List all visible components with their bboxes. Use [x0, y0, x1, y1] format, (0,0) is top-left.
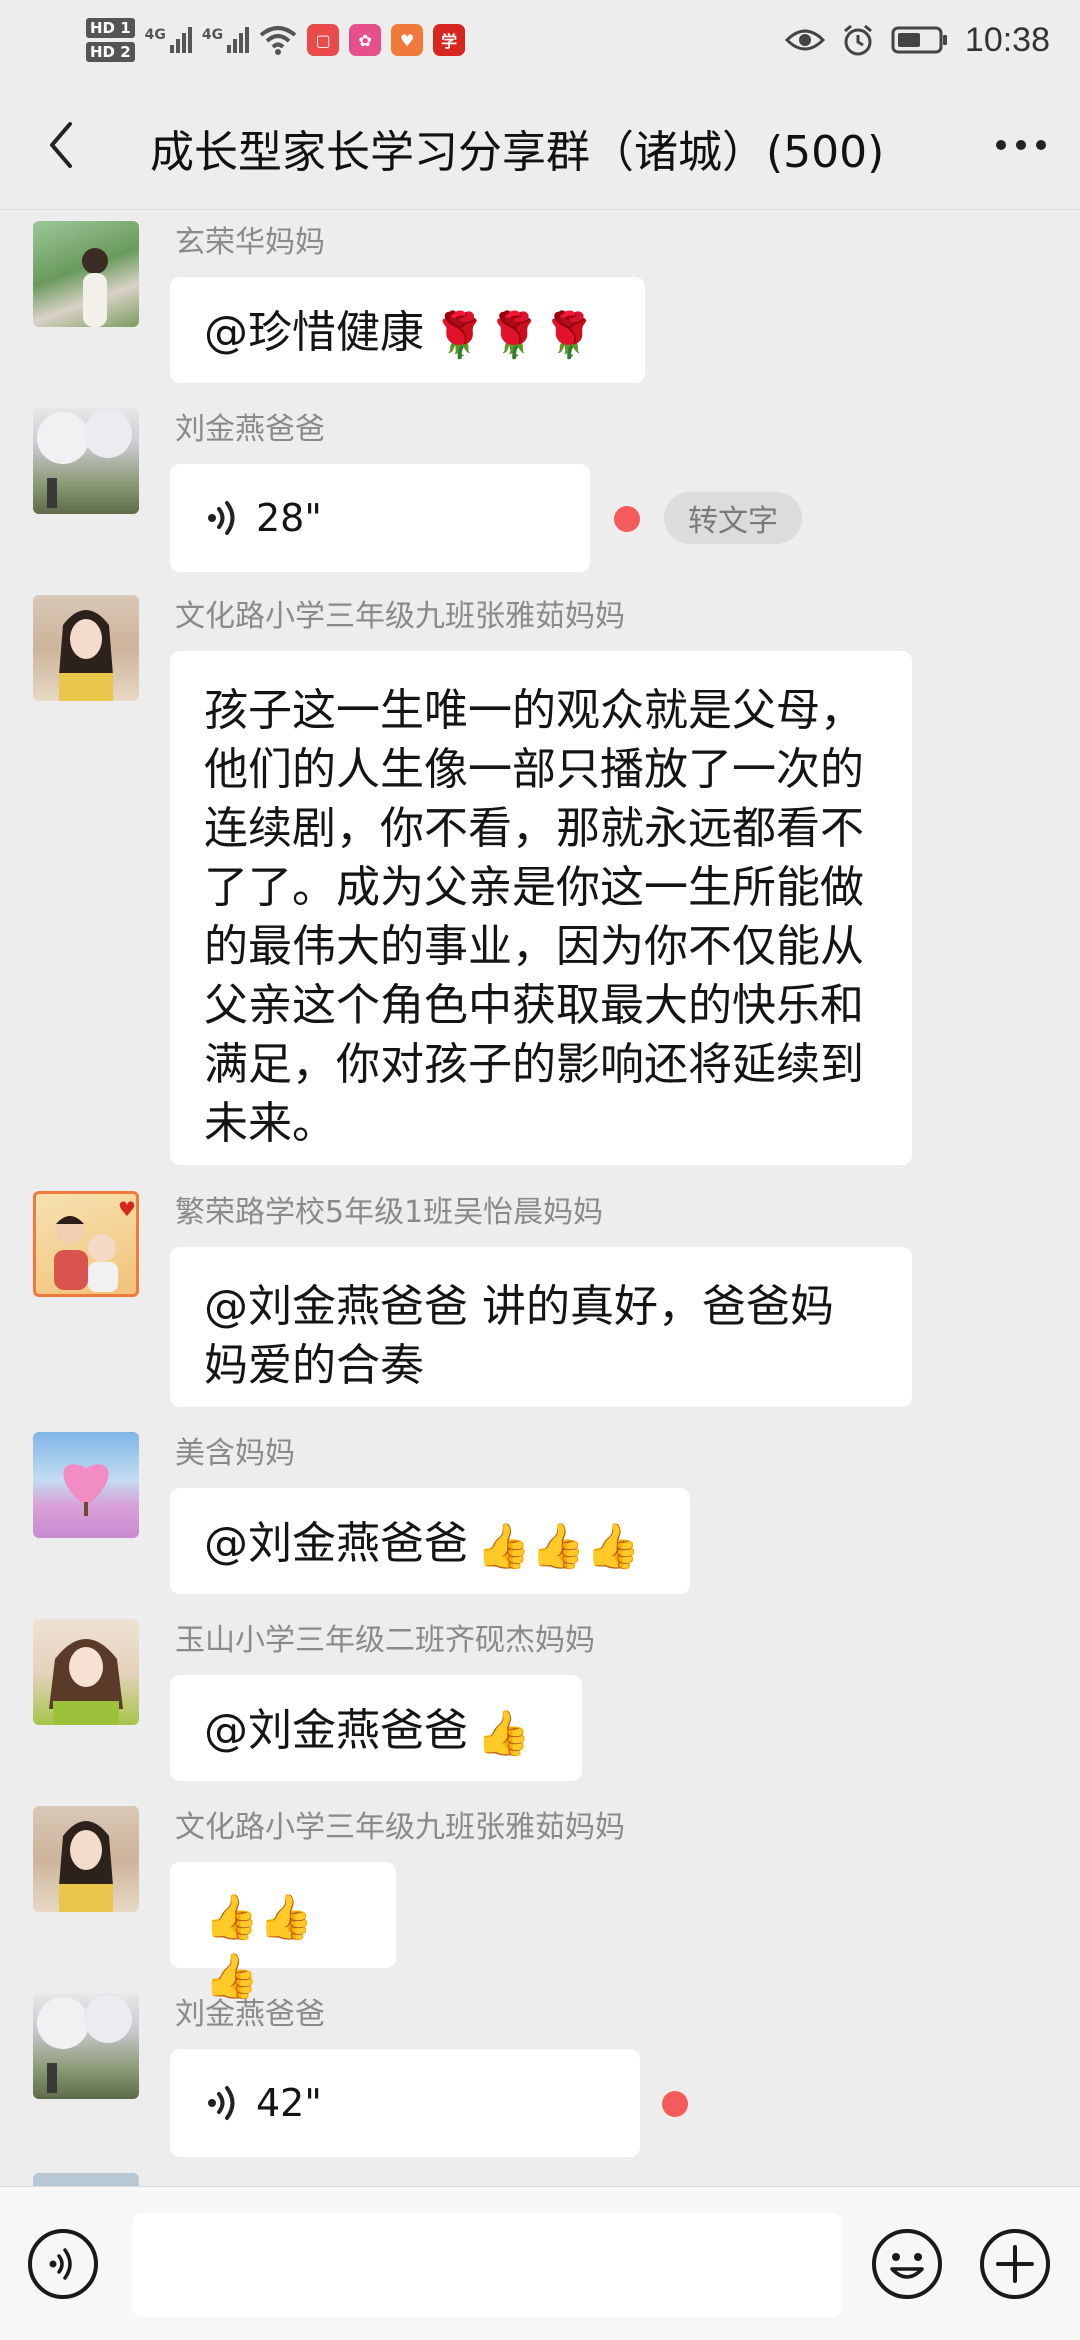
- xuexi-app-icon: 学: [433, 24, 466, 56]
- red-square-app-icon: ▢: [307, 24, 340, 56]
- signal-icon-1: 4G: [145, 27, 192, 53]
- message-bubble[interactable]: @刘金燕爸爸 👍: [170, 1675, 582, 1781]
- thumbs-up-emoji: 👍👍👍: [476, 1520, 641, 1572]
- rose-emoji: 🌹🌹🌹: [432, 309, 597, 361]
- sender-name: 美含妈妈: [175, 1436, 295, 1471]
- avatar[interactable]: [33, 1993, 139, 2099]
- eye-icon: [784, 29, 825, 51]
- avatar[interactable]: ♥: [33, 1191, 139, 1297]
- unread-dot: [662, 2091, 688, 2117]
- voice-message-bubble[interactable]: 28": [170, 464, 590, 572]
- back-button[interactable]: [26, 110, 96, 180]
- plus-icon: [980, 2229, 1050, 2299]
- message-line: 了了。成为父亲是你这一生所能做: [204, 862, 864, 913]
- message-bubble[interactable]: @珍惜健康 🌹🌹🌹: [170, 277, 645, 383]
- avatar[interactable]: [33, 2173, 139, 2186]
- voice-icon: [28, 2229, 98, 2299]
- message-line: 父亲这个角色中获取最大的快乐和: [204, 980, 864, 1031]
- sender-name: 玄荣华妈妈: [175, 225, 325, 260]
- status-bar: HD 1 HD 2 4G 4G ▢ ✿ ♥ 学 10:38: [0, 0, 1080, 80]
- sender-name: 刘金燕爸爸: [175, 412, 325, 447]
- sender-name: 繁荣路学校5年级1班吴怡晨妈妈: [175, 1195, 604, 1230]
- input-bar: [0, 2186, 1080, 2340]
- voice-wave-icon: [208, 2086, 235, 2120]
- message-bubble[interactable]: @刘金燕爸爸 👍👍👍: [170, 1488, 690, 1594]
- network-type-2: 4G: [201, 27, 224, 43]
- message-bubble[interactable]: 孩子这一生唯一的观众就是父母， 他们的人生像一部只播放了一次的 连续剧，你不看，…: [170, 651, 912, 1165]
- status-left: HD 1 HD 2 4G 4G ▢ ✿ ♥ 学: [86, 10, 466, 70]
- avatar[interactable]: [33, 1806, 139, 1912]
- message-input[interactable]: [132, 2213, 842, 2317]
- voice-input-button[interactable]: [26, 2227, 100, 2301]
- alarm-icon: [843, 24, 872, 56]
- voice-duration: 28": [256, 495, 322, 540]
- message-line: 连续剧，你不看，那就永远都看不: [204, 803, 864, 854]
- voice-wave-icon: [208, 501, 235, 535]
- message-text: @刘金燕爸爸: [204, 1518, 468, 1569]
- sim-indicators: HD 1 HD 2: [86, 18, 135, 62]
- avatar[interactable]: [33, 1432, 139, 1538]
- chat-header: 成长型家长学习分享群（诸城）(500): [0, 80, 1080, 210]
- message-line: 的最伟大的事业，因为你不仅能从: [204, 921, 864, 972]
- message-text: @珍惜健康: [204, 307, 424, 358]
- sender-name: 文化路小学三年级九班张雅茹妈妈: [175, 599, 625, 634]
- avatar[interactable]: [33, 221, 139, 327]
- message-line: 未来。: [204, 1098, 336, 1149]
- chat-screen: HD 1 HD 2 4G 4G ▢ ✿ ♥ 学 10:38 成长型家长学习分享群…: [0, 0, 1080, 2340]
- signal-icon-2: 4G: [201, 27, 250, 53]
- chevron-left-icon: [50, 122, 72, 168]
- message-line: 妈爱的合奏: [204, 1340, 424, 1391]
- voice-duration: 42": [256, 2080, 322, 2125]
- sim1-label: HD 1: [86, 18, 135, 38]
- status-right: 10:38: [784, 10, 1050, 70]
- message-line: @刘金燕爸爸 讲的真好，爸爸妈: [204, 1281, 834, 1332]
- convert-to-text-button[interactable]: 转文字: [664, 492, 802, 544]
- chat-title: 成长型家长学习分享群（诸城）(500): [150, 127, 885, 178]
- svg-text:♥: ♥: [118, 1197, 136, 1221]
- clock: 10:38: [964, 20, 1050, 59]
- orange-heart-app-icon: ♥: [391, 24, 424, 56]
- message-text: @刘金燕爸爸: [204, 1705, 468, 1756]
- pink-app-icon: ✿: [349, 24, 382, 56]
- sim2-label: HD 2: [86, 42, 135, 62]
- emoji-button[interactable]: [870, 2227, 944, 2301]
- unread-dot: [614, 506, 640, 532]
- voice-message-bubble[interactable]: 42": [170, 2049, 640, 2157]
- avatar[interactable]: [33, 1619, 139, 1725]
- message-line: 满足，你对孩子的影响还将延续到: [204, 1039, 864, 1090]
- message-line: 他们的人生像一部只播放了一次的: [204, 744, 864, 795]
- smiley-icon: [872, 2229, 942, 2299]
- message-line: 孩子这一生唯一的观众就是父母，: [204, 685, 864, 736]
- avatar[interactable]: [33, 595, 139, 701]
- battery-icon: [891, 26, 947, 54]
- avatar[interactable]: [33, 408, 139, 514]
- more-dots-icon: [996, 140, 1046, 150]
- sender-name: 刘金燕爸爸: [175, 1997, 325, 2032]
- thumbs-up-emoji: 👍: [476, 1707, 531, 1759]
- message-bubble[interactable]: 👍👍👍: [170, 1862, 396, 2002]
- message-bubble[interactable]: @刘金燕爸爸 讲的真好，爸爸妈 妈爱的合奏: [170, 1247, 912, 1407]
- wifi-icon: [259, 26, 297, 55]
- sender-name: 文化路小学三年级九班张雅茹妈妈: [175, 1810, 625, 1845]
- sender-name: 玉山小学三年级二班齐砚杰妈妈: [175, 1623, 595, 1658]
- network-type-1: 4G: [144, 27, 166, 43]
- more-actions-button[interactable]: [978, 2227, 1052, 2301]
- more-button[interactable]: [986, 110, 1056, 180]
- message-list[interactable]: 玄荣华妈妈 @珍惜健康 🌹🌹🌹 刘金燕爸爸 28" 转文字 文化路小学三年级九班…: [0, 211, 1080, 2186]
